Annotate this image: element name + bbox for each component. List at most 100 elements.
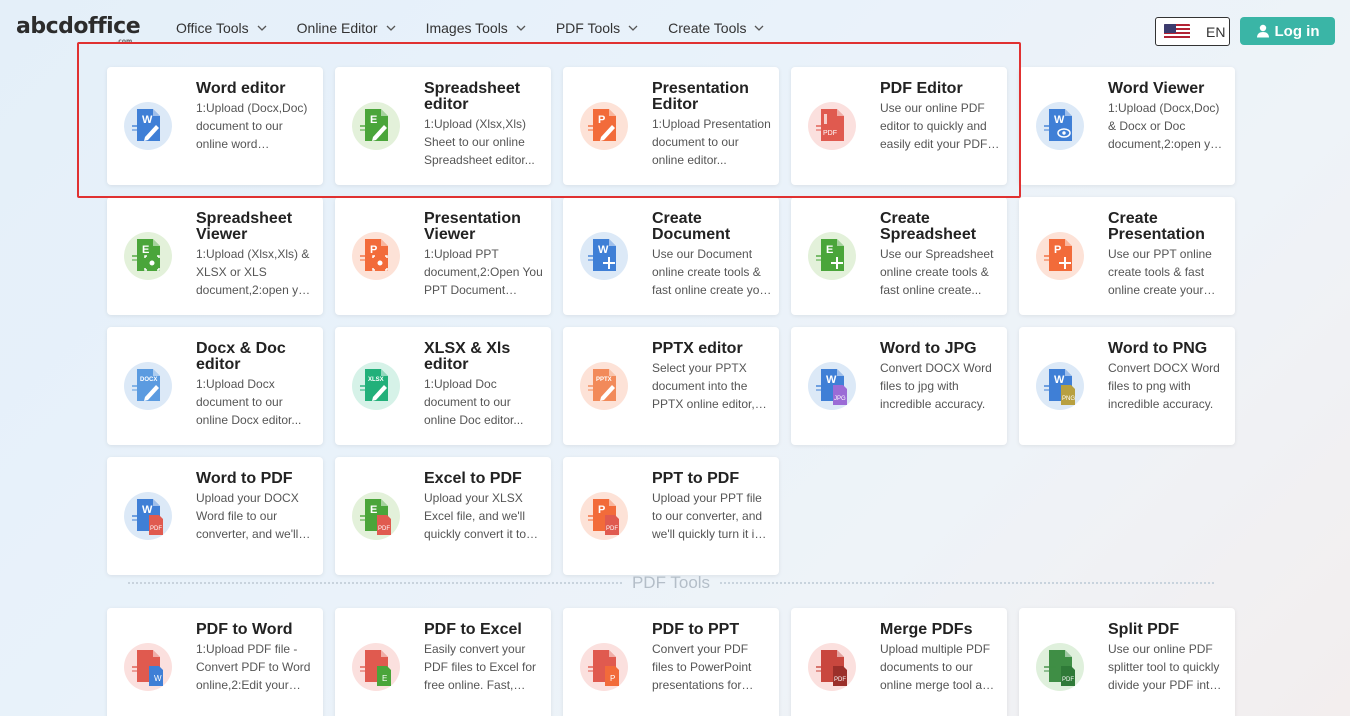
card-description: Upload multiple PDF documents to our onl… [880,642,996,692]
word-editor-icon: W [123,101,173,151]
nav-label: Images Tools [425,20,508,36]
tool-card-pdf-to-excel[interactable]: E PDF to Excel Easily convert your PDF fil… [335,608,551,716]
tool-card-spreadsheet-editor[interactable]: E Spreadsheet editor 1:Upload (Xlsx,Xls) S… [335,67,551,185]
svg-text:PDF: PDF [150,526,162,532]
tool-card-pdf-to-word[interactable]: W PDF to Word 1:Upload PDF file - Convert … [107,608,323,716]
card-title: Docx & Doc editor [196,340,286,373]
chevron-down-icon [386,25,396,31]
nav-images-tools[interactable]: Images Tools [426,20,526,36]
login-label: Log in [1274,22,1320,40]
pdf-to-word-icon: W [123,642,173,692]
tool-card-create-spreadsheet[interactable]: E Create Spreadsheet Use our Spreadsheet o… [791,197,1007,315]
card-description: Upload your XLSX Excel file, and we'll q… [424,491,527,541]
card-description: Easily convert your PDF files to Excel f… [424,642,537,692]
card-title: Word to PDF [196,470,293,487]
main-nav: Office Tools Online Editor Images Tools … [176,20,794,36]
tool-card-split-pdf[interactable]: PDF Split PDF Use our online PDF splitter … [1019,608,1235,716]
nav-online-editor[interactable]: Online Editor [297,20,396,36]
card-description: 1:Upload PPT document,2:Open You PPT Doc… [424,247,543,297]
svg-text:XLSX: XLSX [368,377,384,383]
svg-text:P: P [370,244,377,256]
tool-card-word-to-jpg[interactable]: W JPG Word to JPG Convert DOCX Word files t… [791,327,1007,445]
nav-create-tools[interactable]: Create Tools [668,20,764,36]
card-title: Presentation Viewer [424,210,521,243]
tool-card-spreadsheet-viewer[interactable]: E Spreadsheet Viewer 1:Upload (Xlsx,Xls) &… [107,197,323,315]
excel-to-pdf-icon: E PDF [351,491,401,541]
ppt-to-pdf-icon: P PDF [579,491,629,541]
tool-card-pdf-to-ppt[interactable]: P PDF to PPT Convert your PDF files to Pow… [563,608,779,716]
tool-card-presentation-viewer[interactable]: P Presentation Viewer 1:Upload PPT documen… [335,197,551,315]
card-title: PDF Editor [880,80,963,97]
tool-card-create-document[interactable]: W Create Document Use our Document online … [563,197,779,315]
tool-card-word-to-pdf[interactable]: W PDF Word to PDF Upload your DOCX Word fil… [107,457,323,575]
tool-card-ppt-to-pdf[interactable]: P PDF PPT to PDF Upload your PPT file to ou… [563,457,779,575]
presentation-viewer-icon: P [351,231,401,281]
card-description: Convert DOCX Word files to png with incr… [1108,361,1220,411]
logo[interactable]: abcdoffice .com [16,14,141,45]
nav-label: Create Tools [668,20,747,36]
tool-card-word-viewer[interactable]: W Word Viewer 1:Upload (Docx,Doc) & Docx o… [1019,67,1235,185]
word-to-png-icon: W PNG [1035,361,1085,411]
card-description: 1:Upload PDF file - Convert PDF to Word … [196,642,311,692]
tool-card-presentation-editor[interactable]: P Presentation Editor 1:Upload Presentatio… [563,67,779,185]
logo-text: abcdoffice [16,14,141,39]
card-title: XLSX & Xls editor [424,340,511,373]
tool-card-merge-pdfs[interactable]: PDF Merge PDFs Upload multiple PDF documen… [791,608,1007,716]
svg-text:E: E [370,504,377,516]
tool-card-docx-editor[interactable]: DOCX Docx & Doc editor 1:Upload Docx docum… [107,327,323,445]
xlsx-editor-icon: XLSX [351,361,401,411]
card-description: Select your PPTX document into the PPTX … [652,361,755,411]
svg-text:PDF: PDF [606,526,618,532]
nav-pdf-tools[interactable]: PDF Tools [556,20,638,36]
tool-card-word-editor[interactable]: W Word editor 1:Upload (Docx,Doc) document… [107,67,323,185]
tool-card-create-presentation[interactable]: P Create Presentation Use our PPT online c… [1019,197,1235,315]
tool-card-pptx-editor[interactable]: PPTX PPTX editor Select your PPTX document… [563,327,779,445]
tool-card-word-to-png[interactable]: W PNG Word to PNG Convert DOCX Word files t… [1019,327,1235,445]
svg-text:E: E [826,244,833,256]
nav-label: PDF Tools [555,20,621,36]
chevron-down-icon [628,25,638,31]
card-title: Spreadsheet Viewer [196,210,293,243]
card-title: Word editor [196,80,286,97]
card-title: Presentation Editor [652,80,749,113]
card-description: 1:Upload (Xlsx,Xls) & XLSX or XLS docume… [196,247,316,297]
nav-label: Office Tools [176,20,249,36]
split-pdf-icon: PDF [1035,642,1085,692]
user-icon [1256,24,1269,38]
card-description: 1:Upload Doc document to our online Doc … [424,377,524,427]
svg-text:PDF: PDF [823,130,837,137]
language-selector[interactable]: EN [1155,17,1230,46]
tool-card-excel-to-pdf[interactable]: E PDF Excel to PDF Upload your XLSX Excel f… [335,457,551,575]
card-title: PDF to PPT [652,621,740,638]
nav-office-tools[interactable]: Office Tools [176,20,267,36]
word-viewer-icon: W [1035,101,1085,151]
card-title: Split PDF [1108,621,1180,638]
card-title: Excel to PDF [424,470,522,487]
svg-text:DOCX: DOCX [140,377,157,383]
nav-label: Online Editor [296,20,378,36]
chevron-down-icon [257,25,267,31]
svg-text:P: P [1054,244,1061,256]
card-title: Word Viewer [1108,80,1205,97]
svg-text:W: W [154,674,162,683]
docx-editor-icon: DOCX [123,361,173,411]
card-title: Spreadsheet editor [424,80,521,113]
word-to-jpg-icon: W JPG [807,361,857,411]
card-description: Convert DOCX Word files to jpg with incr… [880,361,992,411]
card-title: Create Document [652,210,731,243]
tool-card-pdf-editor[interactable]: PDF PDF Editor Use our online PDF editor t… [791,67,1007,185]
presentation-editor-icon: P [579,101,629,151]
card-description: 1:Upload (Docx,Doc) document to our onli… [196,101,308,151]
spreadsheet-viewer-icon: E [123,231,173,281]
svg-text:W: W [142,504,153,516]
login-button[interactable]: Log in [1240,17,1335,45]
card-description: 1:Upload (Xlsx,Xls) Sheet to our online … [424,117,535,167]
word-to-pdf-icon: W PDF [123,491,173,541]
tool-card-xlsx-editor[interactable]: XLSX XLSX & Xls editor 1:Upload Doc docume… [335,327,551,445]
card-description: Use our online PDF editor to quickly and… [880,101,988,151]
pptx-editor-icon: PPTX [579,361,629,411]
language-label: EN [1206,23,1226,40]
chevron-down-icon [516,25,526,31]
create-spreadsheet-icon: E [807,231,857,281]
card-title: Merge PDFs [880,621,973,638]
